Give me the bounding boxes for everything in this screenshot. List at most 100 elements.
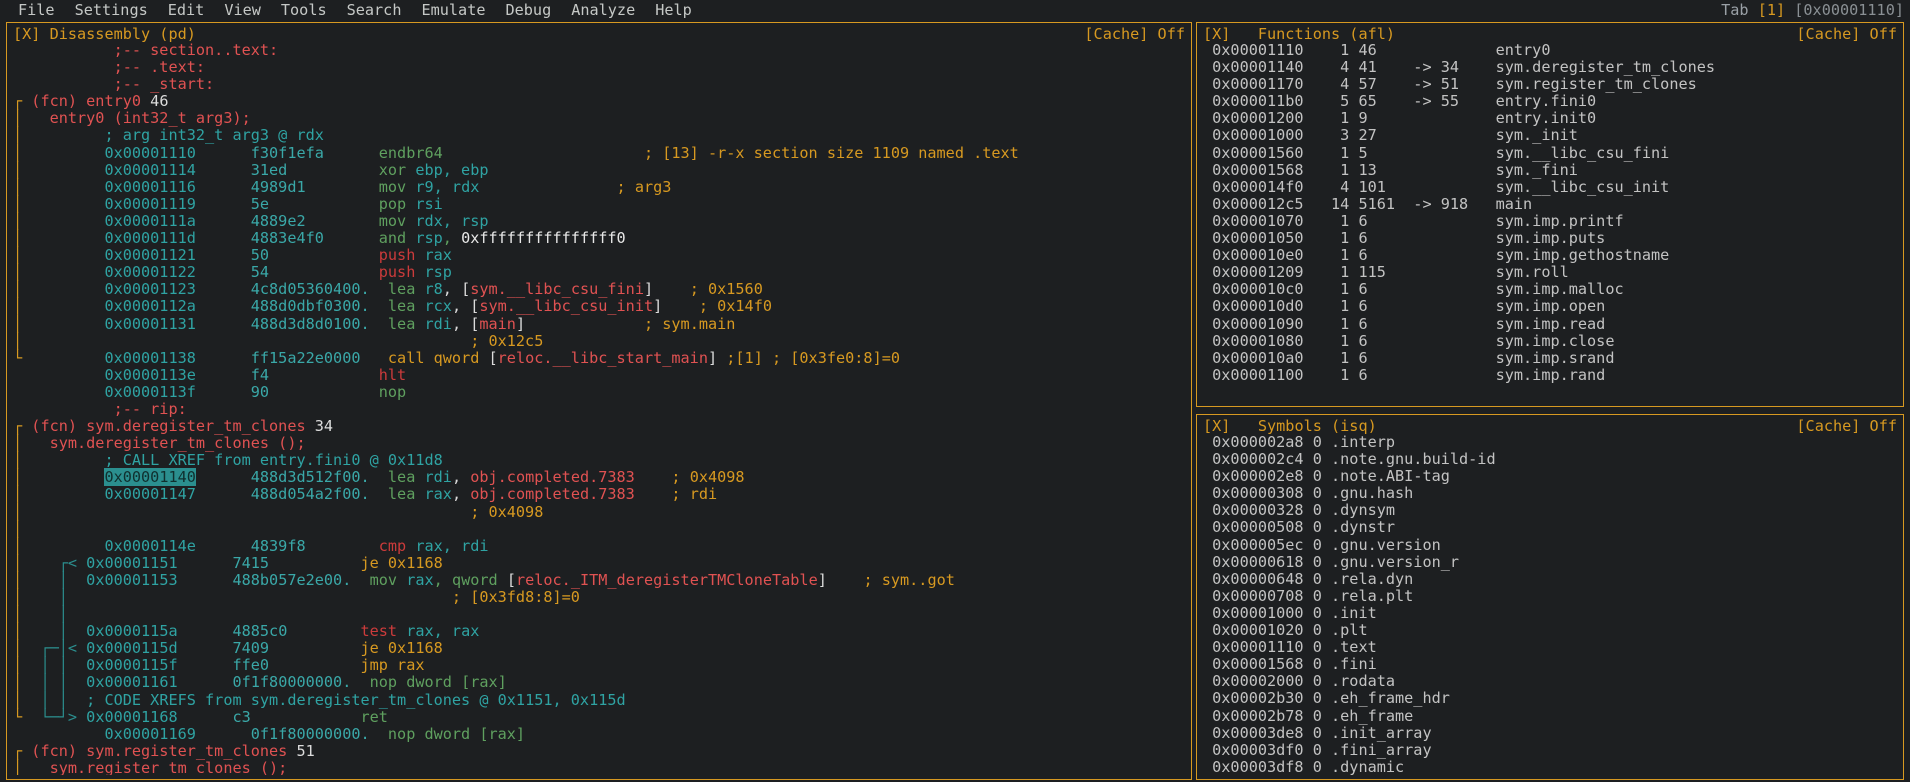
- function-list-item[interactable]: 0x00001000 3 27 sym._init: [1203, 127, 1897, 144]
- menu-item-view[interactable]: View: [214, 2, 271, 19]
- disassembly-line[interactable]: └ └─┘> 0x00001168 c3 ret: [13, 709, 1185, 726]
- disassembly-line[interactable]: │ │ │ 0x0000115f ffe0 jmp rax: [13, 657, 1185, 674]
- function-list-item[interactable]: 0x00001050 1 6 sym.imp.puts: [1203, 230, 1897, 247]
- menu-item-file[interactable]: File: [8, 2, 65, 19]
- disassembly-line[interactable]: │ │ 0x00001153 488b057e2e00. mov rax, qw…: [13, 572, 1185, 589]
- function-list-item[interactable]: 0x00001090 1 6 sym.imp.read: [1203, 316, 1897, 333]
- disassembly-line[interactable]: │ 0x00001147 488d054a2f00. lea rax, obj.…: [13, 486, 1185, 503]
- symbols-panel[interactable]: [X] Symbols (isq) [Cache] Off 0x000002a8…: [1196, 414, 1904, 780]
- function-list-item[interactable]: 0x00001070 1 6 sym.imp.printf: [1203, 213, 1897, 230]
- disassembly-line[interactable]: │ 0x0000111a 4889e2 mov rdx, rsp: [13, 213, 1185, 230]
- disassembly-line[interactable]: │ 0x00001119 5e pop rsi: [13, 196, 1185, 213]
- function-list-item[interactable]: 0x00001560 1 5 sym.__libc_csu_fini: [1203, 145, 1897, 162]
- menu-item-settings[interactable]: Settings: [65, 2, 158, 19]
- symbol-list-item[interactable]: 0x00001000 0 .init: [1203, 605, 1897, 622]
- function-list-item[interactable]: 0x000011b0 5 65 -> 55 entry.fini0: [1203, 93, 1897, 110]
- disassembly-line[interactable]: │ │ │ ; CODE XREFS from sym.deregister_t…: [13, 692, 1185, 709]
- symbol-list-item[interactable]: 0x00003de8 0 .init_array: [1203, 725, 1897, 742]
- disassembly-panel[interactable]: [X] Disassembly (pd) [Cache] Off ;-- sec…: [6, 22, 1192, 780]
- symbol-list-item[interactable]: 0x000002c4 0 .note.gnu.build-id: [1203, 451, 1897, 468]
- symbol-list-item[interactable]: 0x000002e8 0 .note.ABI-tag: [1203, 468, 1897, 485]
- disassembly-line[interactable]: ;-- section..text:: [13, 42, 1185, 59]
- symbol-list-item[interactable]: 0x00000708 0 .rela.plt: [1203, 588, 1897, 605]
- symbol-list-item[interactable]: 0x00000308 0 .gnu.hash: [1203, 485, 1897, 502]
- functions-checkbox[interactable]: [X]: [1203, 25, 1230, 43]
- disassembly-line[interactable]: │ 0x0000111d 4883e4f0 and rsp, 0xfffffff…: [13, 230, 1185, 247]
- symbol-list-item[interactable]: 0x00000508 0 .dynstr: [1203, 519, 1897, 536]
- disassembly-line[interactable]: │ ; 0x12c5: [13, 333, 1185, 350]
- menu-item-emulate[interactable]: Emulate: [411, 2, 495, 19]
- menu-item-debug[interactable]: Debug: [496, 2, 562, 19]
- disassembly-line[interactable]: │ sym.deregister_tm_clones ();: [13, 435, 1185, 452]
- disassembly-line[interactable]: │ entry0 (int32_t arg3);: [13, 110, 1185, 127]
- function-list-item[interactable]: 0x00001170 4 57 -> 51 sym.register_tm_cl…: [1203, 76, 1897, 93]
- symbol-list-item[interactable]: 0x000002a8 0 .interp: [1203, 434, 1897, 451]
- symbol-list-item[interactable]: 0x00003df0 0 .fini_array: [1203, 742, 1897, 759]
- symbol-list-item[interactable]: 0x00001020 0 .plt: [1203, 622, 1897, 639]
- disassembly-line[interactable]: │ ; arg int32_t arg3 @ rdx: [13, 127, 1185, 144]
- disassembly-line[interactable]: │ 0x0000112a 488d0dbf0300. lea rcx, [sym…: [13, 298, 1185, 315]
- symbols-list[interactable]: 0x000002a8 0 .interp 0x000002c4 0 .note.…: [1197, 434, 1903, 775]
- disassembly-line[interactable]: │ 0x00001122 54 push rsp: [13, 264, 1185, 281]
- disassembly-listing[interactable]: ;-- section..text: ;-- .text: ;-- _start…: [7, 42, 1191, 775]
- function-list-item[interactable]: 0x000010e0 1 6 sym.imp.gethostname: [1203, 247, 1897, 264]
- function-list-item[interactable]: 0x00001200 1 9 entry.init0: [1203, 110, 1897, 127]
- disassembly-line[interactable]: │ 0x00001116 4989d1 mov r9, rdx ; arg3: [13, 179, 1185, 196]
- menu-item-tools[interactable]: Tools: [271, 2, 337, 19]
- symbol-list-item[interactable]: 0x00000648 0 .rela.dyn: [1203, 571, 1897, 588]
- function-list-item[interactable]: 0x00001080 1 6 sym.imp.close: [1203, 333, 1897, 350]
- function-list-item[interactable]: 0x000010a0 1 6 sym.imp.srand: [1203, 350, 1897, 367]
- disassembly-line[interactable]: ;-- rip:: [13, 401, 1185, 418]
- disassembly-line[interactable]: │ ┌< 0x00001151 7415 je 0x1168: [13, 555, 1185, 572]
- disassembly-line[interactable]: 0x00001169 0f1f80000000. nop dword [rax]: [13, 726, 1185, 743]
- symbol-list-item[interactable]: 0x00002b30 0 .eh_frame_hdr: [1203, 690, 1897, 707]
- symbol-list-item[interactable]: 0x00001568 0 .fini: [1203, 656, 1897, 673]
- disassembly-line[interactable]: │ │ ; [0x3fd8:8]=0: [13, 589, 1185, 606]
- disassembly-line[interactable]: │ 0x00001110 f30f1efa endbr64 ; [13] -r-…: [13, 145, 1185, 162]
- disassembly-line[interactable]: 0x0000113f 90 nop: [13, 384, 1185, 401]
- disassembly-line[interactable]: │ 0x00001123 4c8d05360400. lea r8, [sym.…: [13, 281, 1185, 298]
- symbol-list-item[interactable]: 0x00002b78 0 .eh_frame: [1203, 708, 1897, 725]
- symbol-list-item[interactable]: 0x00001110 0 .text: [1203, 639, 1897, 656]
- disassembly-line[interactable]: │ │ 0x0000115a 4885c0 test rax, rax: [13, 623, 1185, 640]
- disassembly-line[interactable]: ;-- _start:: [13, 76, 1185, 93]
- function-list-item[interactable]: 0x000010c0 1 6 sym.imp.malloc: [1203, 281, 1897, 298]
- disassembly-line[interactable]: 0x0000113e f4 hlt: [13, 367, 1185, 384]
- disassembly-line[interactable]: │: [13, 521, 1185, 538]
- disassembly-line[interactable]: │ 0x00001114 31ed xor ebp, ebp: [13, 162, 1185, 179]
- disassembly-line[interactable]: │ 0x00001140 488d3d512f00. lea rdi, obj.…: [13, 469, 1185, 486]
- functions-panel[interactable]: [X] Functions (afl) [Cache] Off 0x000011…: [1196, 22, 1904, 407]
- disassembly-line[interactable]: ;-- .text:: [13, 59, 1185, 76]
- disassembly-line[interactable]: ┌ (fcn) entry0 46: [13, 93, 1185, 110]
- function-list-item[interactable]: 0x00001209 1 115 sym.roll: [1203, 264, 1897, 281]
- disassembly-line[interactable]: │ ; 0x4098: [13, 504, 1185, 521]
- symbol-list-item[interactable]: 0x00003df8 0 .dynamic: [1203, 759, 1897, 775]
- disassembly-line[interactable]: │ sym.register_tm_clones ();: [13, 760, 1185, 775]
- menu-item-search[interactable]: Search: [337, 2, 412, 19]
- disassembly-line[interactable]: ┌ (fcn) sym.register_tm_clones 51: [13, 743, 1185, 760]
- menu-item-analyze[interactable]: Analyze: [561, 2, 645, 19]
- disassembly-checkbox[interactable]: [X]: [13, 25, 40, 43]
- functions-list[interactable]: 0x00001110 1 46 entry0 0x00001140 4 41 -…: [1197, 42, 1903, 402]
- tab-indicator[interactable]: Tab [1] [0x00001110]: [1721, 2, 1904, 19]
- function-list-item[interactable]: 0x00001140 4 41 -> 34 sym.deregister_tm_…: [1203, 59, 1897, 76]
- symbol-list-item[interactable]: 0x00002000 0 .rodata: [1203, 673, 1897, 690]
- function-list-item[interactable]: 0x000012c5 14 5161 -> 918 main: [1203, 196, 1897, 213]
- function-list-item[interactable]: 0x000010d0 1 6 sym.imp.open: [1203, 298, 1897, 315]
- symbol-list-item[interactable]: 0x000005ec 0 .gnu.version: [1203, 537, 1897, 554]
- function-list-item[interactable]: 0x00001110 1 46 entry0: [1203, 42, 1897, 59]
- disassembly-line[interactable]: │ │ │ 0x00001161 0f1f80000000. nop dword…: [13, 674, 1185, 691]
- disassembly-line[interactable]: │ 0x00001131 488d3d8d0100. lea rdi, [mai…: [13, 316, 1185, 333]
- disassembly-cache-status[interactable]: [Cache] Off: [1084, 26, 1185, 43]
- symbol-list-item[interactable]: 0x00000618 0 .gnu.version_r: [1203, 554, 1897, 571]
- cursor-address[interactable]: 0x00001140: [104, 468, 195, 486]
- disassembly-line[interactable]: └ 0x00001138 ff15a22e0000 call qword [re…: [13, 350, 1185, 367]
- function-list-item[interactable]: 0x00001568 1 13 sym._fini: [1203, 162, 1897, 179]
- symbols-checkbox[interactable]: [X]: [1203, 417, 1230, 435]
- function-list-item[interactable]: 0x00001100 1 6 sym.imp.rand: [1203, 367, 1897, 384]
- function-list-item[interactable]: 0x000014f0 4 101 sym.__libc_csu_init: [1203, 179, 1897, 196]
- menu-item-edit[interactable]: Edit: [158, 2, 215, 19]
- disassembly-line[interactable]: │ ┌─│< 0x0000115d 7409 je 0x1168: [13, 640, 1185, 657]
- disassembly-line[interactable]: │ 0x00001121 50 push rax: [13, 247, 1185, 264]
- functions-cache-status[interactable]: [Cache] Off: [1796, 26, 1897, 43]
